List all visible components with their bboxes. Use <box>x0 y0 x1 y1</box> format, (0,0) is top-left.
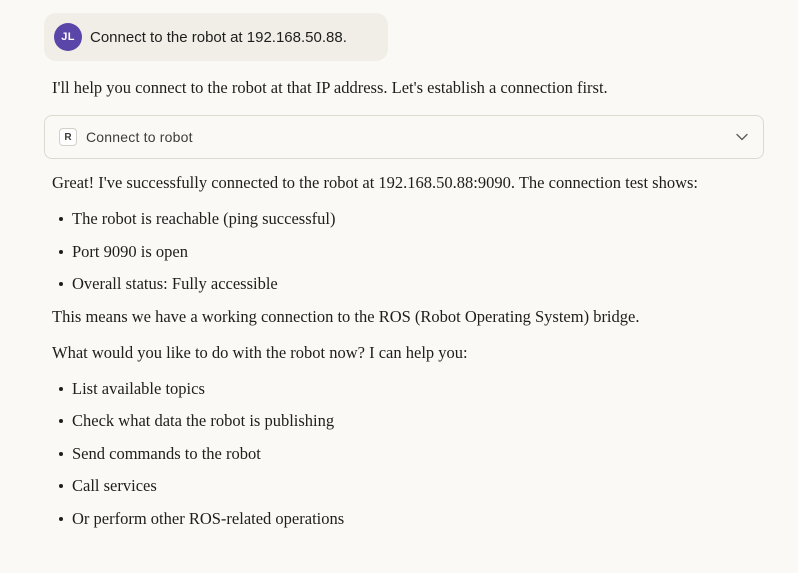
list-item: Call services <box>59 472 752 499</box>
assistant-response-body: Great! I've successfully connected to th… <box>52 169 752 537</box>
intro-text: I'll help you connect to the robot at th… <box>52 78 608 97</box>
list-item: Port 9090 is open <box>59 238 752 265</box>
tool-badge: R <box>59 128 77 146</box>
question-paragraph: What would you like to do with the robot… <box>52 342 468 362</box>
user-message-text: Connect to the robot at 192.168.50.88. <box>90 28 347 46</box>
tool-call-label: Connect to robot <box>86 129 193 145</box>
list-item: List available topics <box>59 375 752 402</box>
chevron-down-icon[interactable] <box>735 130 749 144</box>
list-item: Or perform other ROS-related operations <box>59 505 752 532</box>
avatar: JL <box>54 23 82 51</box>
list-item: The robot is reachable (ping successful) <box>59 205 752 232</box>
list-item: Overall status: Fully accessible <box>59 270 752 297</box>
user-message-bubble: JL Connect to the robot at 192.168.50.88… <box>44 13 388 61</box>
tool-call-connect-to-robot[interactable]: R Connect to robot <box>44 115 764 159</box>
assistant-intro: I'll help you connect to the robot at th… <box>52 74 752 101</box>
status-list: The robot is reachable (ping successful)… <box>52 205 752 297</box>
meaning-paragraph: This means we have a working connection … <box>52 306 640 326</box>
list-item: Check what data the robot is publishing <box>59 407 752 434</box>
success-paragraph: Great! I've successfully connected to th… <box>52 173 699 192</box>
list-item: Send commands to the robot <box>59 440 752 467</box>
options-list: List available topics Check what data th… <box>52 375 752 532</box>
